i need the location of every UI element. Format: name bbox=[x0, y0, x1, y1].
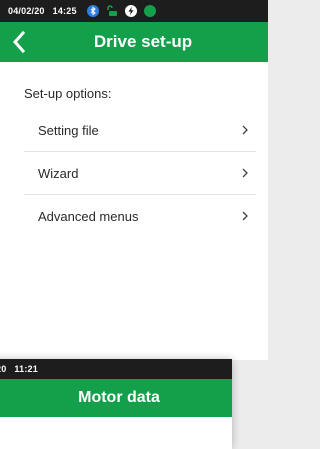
page-title: Motor data bbox=[78, 389, 160, 406]
status-bar: 20 11:21 bbox=[0, 359, 232, 379]
status-bar: 04/02/20 14:25 bbox=[0, 0, 268, 22]
power-icon bbox=[124, 5, 137, 17]
status-time: 11:21 bbox=[14, 364, 38, 374]
menu-item-advanced-menus[interactable]: Advanced menus bbox=[24, 195, 256, 237]
status-date: 20 bbox=[0, 364, 7, 374]
menu-item-wizard[interactable]: Wizard bbox=[24, 152, 256, 195]
menu-item-setting-file[interactable]: Setting file bbox=[24, 109, 256, 152]
status-date: 04/02/20 bbox=[8, 6, 45, 16]
drive-setup-screen: 04/02/20 14:25 Drive set-up Set-up optio… bbox=[0, 0, 268, 360]
setup-options-list: Setting file Wizard Advanced menus bbox=[0, 109, 268, 237]
motor-data-screen: 20 11:21 Motor data bbox=[0, 359, 232, 449]
page-title: Drive set-up bbox=[93, 32, 193, 51]
menu-item-label: Advanced menus bbox=[38, 208, 139, 224]
chevron-right-icon bbox=[240, 124, 250, 136]
menu-item-label: Setting file bbox=[38, 122, 99, 138]
chevron-right-icon bbox=[240, 210, 250, 222]
status-time: 14:25 bbox=[52, 6, 77, 16]
menu-item-label: Wizard bbox=[38, 165, 79, 181]
bluetooth-icon bbox=[86, 5, 99, 17]
chevron-right-icon bbox=[240, 167, 250, 179]
unlock-icon bbox=[106, 5, 118, 17]
section-label: Set-up options: bbox=[24, 86, 112, 101]
title-bar: Drive set-up bbox=[0, 22, 268, 62]
back-arrow-icon[interactable] bbox=[10, 30, 28, 54]
status-dot-icon bbox=[143, 5, 156, 17]
title-bar: Motor data bbox=[0, 379, 232, 417]
